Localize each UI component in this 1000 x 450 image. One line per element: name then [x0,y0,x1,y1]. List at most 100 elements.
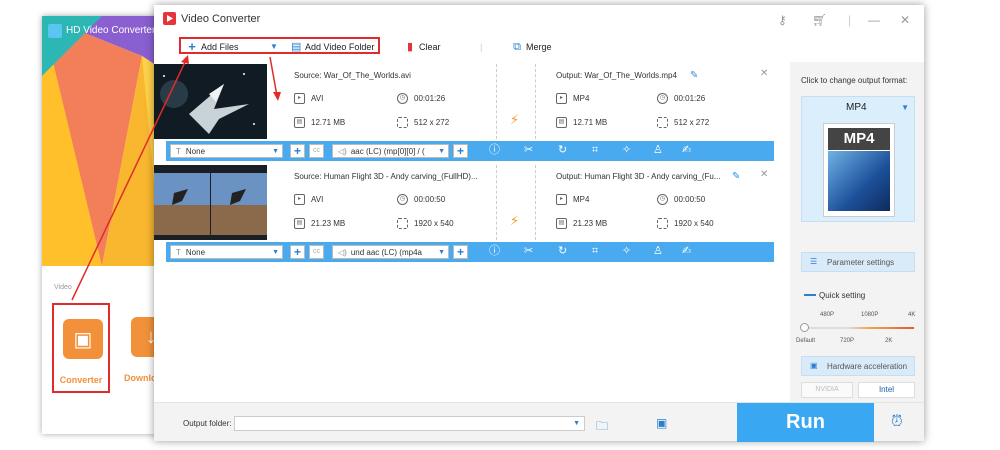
bottom-bar: Output folder: ▼ 🗀︎ ▣ Run ⏰︎ [154,402,924,442]
format-icon: ▸ [556,194,567,205]
source-resolution: 1920 x 540 [397,218,454,229]
scissors-icon[interactable]: ✂ [524,145,533,156]
output-preview-icon[interactable]: ▣ [656,416,667,430]
format-card: MP4 [823,123,895,217]
source-duration-value: 00:01:26 [414,94,446,103]
tick-default: Default [796,338,816,344]
lightning-icon: ⚡︎ [510,213,520,228]
converter-tile[interactable]: ▣ Converter [52,303,110,393]
edit-sign-icon[interactable]: ✍︎ [682,246,691,257]
clear-label: Clear [419,42,441,52]
audio-track-select[interactable]: ◁) aac (LC) (mp[0][0] / (▼ [332,144,449,158]
tick-480p: 480P [820,312,835,318]
edit-pen-icon[interactable]: ✎ [690,70,698,81]
tick-4k: 4K [908,312,916,318]
film-icon: ▣ [63,319,103,359]
add-subtitle-button[interactable]: + [290,144,305,158]
output-format: ▸ MP4 [556,93,589,104]
effects-wand-icon[interactable]: ✧ [622,145,631,156]
output-filename: Output: War_Of_The_Worlds.mp4 [556,71,677,80]
output-resolution-value: 512 x 272 [674,118,710,127]
remove-item-icon[interactable]: ✕ [760,169,768,180]
output-folder-field[interactable]: ▼ [234,416,585,431]
toolbar-divider: | [480,42,483,52]
quick-setting-icon [804,294,816,296]
intel-toggle[interactable]: Intel [858,382,915,398]
subtitle-value: None [185,247,206,257]
info-icon[interactable]: ⓘ [489,145,500,156]
info-icon[interactable]: ⓘ [489,246,500,257]
source-resolution: 512 x 272 [397,117,449,128]
crop-icon[interactable]: ⌗ [592,145,598,156]
alarm-clock-icon[interactable]: ⏰︎ [891,413,903,430]
output-folder-label: Output folder: [183,419,232,428]
add-audio-button[interactable]: + [453,144,468,158]
output-duration-value: 00:00:50 [674,195,706,204]
quality-slider-knob[interactable] [800,323,809,332]
file-size-icon: ▤ [556,117,567,128]
clear-button[interactable]: ▮ Clear [405,42,441,53]
edit-sign-icon[interactable]: ✍︎ [682,145,691,156]
add-audio-button[interactable]: + [453,245,468,259]
nvidia-toggle[interactable]: NVIDIA [801,382,853,398]
audio-track-select[interactable]: ◁) und aac (LC) (mp4a ▼ [332,245,449,259]
quality-slider-track[interactable] [804,327,914,329]
source-format: ▸ AVI [294,194,323,205]
text-icon: T [176,146,181,156]
quick-setting-label: Quick setting [819,291,866,300]
resolution-icon [397,117,408,128]
list-item[interactable]: Source: War_Of_The_Worlds.avi ▸ AVI ◷ 00:0… [154,64,774,162]
source-format: ▸ AVI [294,93,323,104]
sliders-icon: ☰ [810,257,818,266]
source-size: ▤ 12.71 MB [294,117,345,128]
format-card-label: MP4 [828,128,890,150]
cc-icon[interactable]: cc [309,245,324,259]
effects-wand-icon[interactable]: ✧ [622,246,631,257]
divider: | [848,13,852,27]
item-toolbar: T None ▼ + cc ◁) und aac (LC) (mp4a ▼ + ⓘ ✂ … [166,242,774,262]
source-filename: Source: Human Flight 3D - Andy carving_(… [294,172,478,181]
list-item[interactable]: Source: Human Flight 3D - Andy carving_(… [154,165,774,263]
rotate-icon[interactable]: ↻ [558,246,567,257]
output-format-selector[interactable]: MP4 ▼ MP4 [801,96,915,222]
add-subtitle-button[interactable]: + [290,245,305,259]
tick-1080p: 1080P [861,312,879,318]
resolution-icon [657,218,668,229]
source-size: ▤ 21.23 MB [294,218,345,229]
watermark-stamp-icon[interactable]: ♙ [653,145,663,156]
edit-pen-icon[interactable]: ✎ [732,171,740,182]
parameter-settings-label: Parameter settings [827,257,895,267]
tick-720p: 720P [840,338,855,344]
section-label: Video [54,284,72,291]
scissors-icon[interactable]: ✂ [524,246,533,257]
converter-window: Video Converter ⚷ 🛒︎ | — ✕ + Add Files ▼… [154,5,924,442]
format-icon: ▸ [556,93,567,104]
crop-icon[interactable]: ⌗ [592,246,598,257]
video-thumbnail [154,165,267,240]
run-button[interactable]: Run [737,403,874,442]
source-filename: Source: War_Of_The_Worlds.avi [294,71,411,80]
key-icon[interactable]: ⚷ [778,13,787,27]
hardware-acceleration-label: Hardware acceleration [827,361,908,371]
merge-button[interactable]: ⧉ Merge [512,41,551,53]
merge-icon: ⧉ [513,41,521,53]
watermark-stamp-icon[interactable]: ♙ [653,246,663,257]
subtitle-select[interactable]: T None ▼ [170,245,283,259]
cart-icon[interactable]: 🛒︎ [812,13,827,27]
parameter-settings-button[interactable]: ☰ Parameter settings [801,252,915,272]
close-button[interactable]: ✕ [900,13,910,27]
source-duration-value: 00:00:50 [414,195,446,204]
open-folder-icon[interactable]: 🗀︎ [596,417,608,438]
cc-icon[interactable]: cc [309,144,324,158]
rotate-icon[interactable]: ↻ [558,145,567,156]
remove-item-icon[interactable]: ✕ [760,68,768,79]
output-format-name: MP4 [846,102,867,113]
chevron-down-icon: ▼ [573,420,580,427]
audio-track-value: und aac (LC) (mp4a [350,247,422,257]
file-size-icon: ▤ [556,218,567,229]
item-toolbar: T None ▼ + cc ◁) aac (LC) (mp[0][0] / (▼ + … [166,141,774,161]
subtitle-select[interactable]: T None ▼ [170,144,283,158]
hardware-acceleration-button[interactable]: ▣ Hardware acceleration [801,356,915,376]
minimize-button[interactable]: — [868,13,880,27]
output-resolution: 512 x 272 [657,117,709,128]
